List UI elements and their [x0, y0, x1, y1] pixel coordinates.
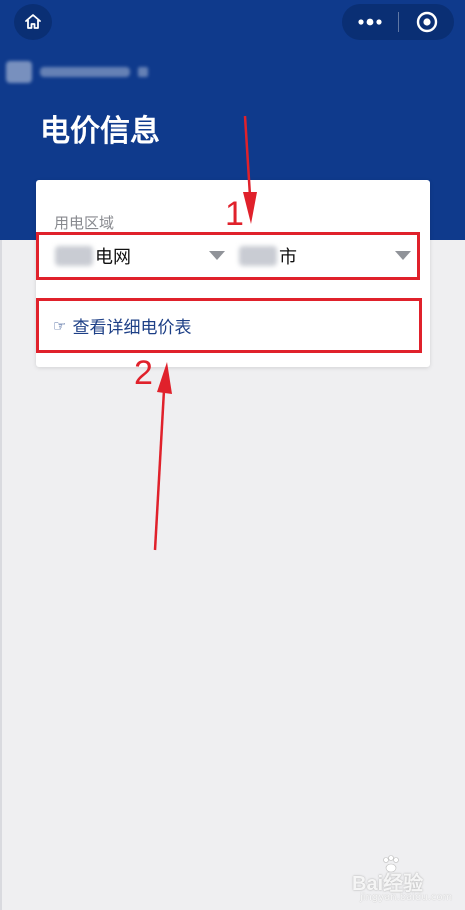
annotation-layer	[153, 115, 257, 551]
baidu-watermark: Bai经验 jingyan.baidu.com	[340, 855, 460, 908]
annotation-arrow-2	[153, 362, 172, 551]
annotation-number-2: 2	[134, 354, 153, 392]
annotation-arrow-1	[243, 115, 257, 224]
annotation-number-1: 1	[225, 195, 244, 233]
watermark-url: jingyan.baidu.com	[360, 892, 453, 903]
